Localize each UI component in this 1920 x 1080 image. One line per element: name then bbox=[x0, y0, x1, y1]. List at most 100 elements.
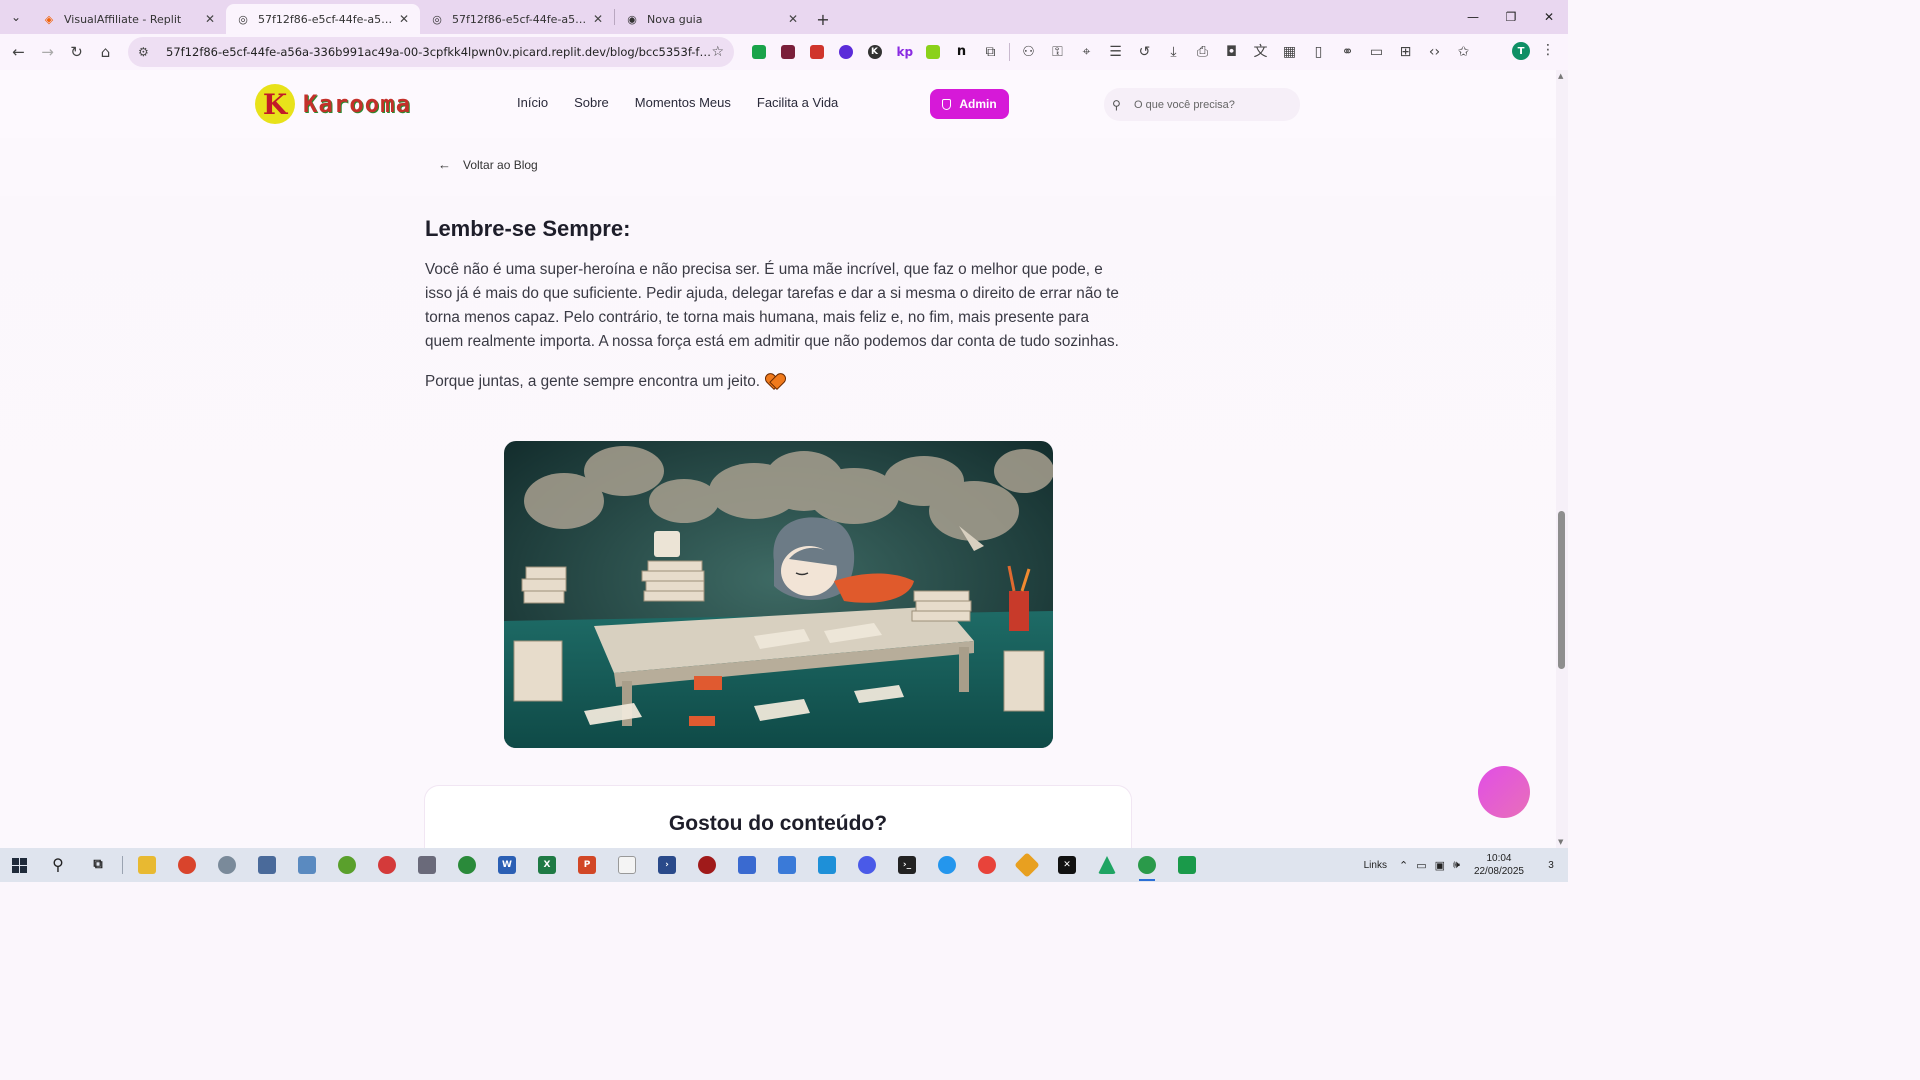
word-icon[interactable]: W bbox=[487, 848, 527, 882]
powershell-icon[interactable]: › bbox=[647, 848, 687, 882]
app-red-icon[interactable] bbox=[167, 848, 207, 882]
network-icon[interactable]: ▣ bbox=[1435, 859, 1445, 872]
code-icon[interactable]: ‹› bbox=[1420, 38, 1449, 66]
translate-icon[interactable]: 文 bbox=[1246, 38, 1275, 66]
back-label: Voltar ao Blog bbox=[463, 157, 538, 172]
nav-inicio[interactable]: Início bbox=[517, 95, 548, 110]
browser-tab-3[interactable]: ◎ 57f12f86-e5cf-44fe-a56a-336b9 ✕ bbox=[420, 4, 614, 34]
links-toolbar[interactable]: Links bbox=[1364, 860, 1387, 871]
site-info-icon[interactable]: ⚙ bbox=[138, 45, 158, 59]
reload-icon[interactable]: ↻ bbox=[62, 37, 91, 67]
address-bar[interactable]: ⚙ 57f12f86-e5cf-44fe-a56a-336b991ac49a-0… bbox=[128, 37, 734, 67]
powerpoint-icon[interactable]: P bbox=[567, 848, 607, 882]
scrollbar-thumb[interactable] bbox=[1558, 511, 1565, 669]
tab-close-icon[interactable]: ✕ bbox=[785, 12, 801, 26]
link-icon[interactable]: ⚭ bbox=[1333, 38, 1362, 66]
capcut-icon[interactable]: ✕ bbox=[1047, 848, 1087, 882]
scroll-down-icon[interactable]: ▼ bbox=[1558, 838, 1563, 846]
page-scrollbar[interactable]: ▲ ▼ bbox=[1556, 70, 1568, 848]
site-logo[interactable]: K Karooma bbox=[255, 84, 411, 124]
url-text[interactable]: 57f12f86-e5cf-44fe-a56a-336b991ac49a-00-… bbox=[166, 45, 711, 59]
microphone-icon[interactable] bbox=[407, 848, 447, 882]
home-icon[interactable]: ⌂ bbox=[91, 37, 120, 67]
extension-lime-icon[interactable] bbox=[918, 38, 947, 66]
extension-kp-icon[interactable]: kp bbox=[889, 38, 918, 66]
app-green-box-icon[interactable] bbox=[1167, 848, 1207, 882]
forward-arrow-icon[interactable]: → bbox=[33, 37, 62, 67]
battery-icon[interactable]: ▭ bbox=[1416, 859, 1426, 872]
minimize-icon[interactable]: — bbox=[1454, 0, 1492, 34]
nav-momentos-meus[interactable]: Momentos Meus bbox=[635, 95, 731, 110]
calculator-icon[interactable] bbox=[247, 848, 287, 882]
download-icon[interactable]: ⤓ bbox=[1159, 38, 1188, 66]
search-input[interactable] bbox=[1134, 98, 1294, 111]
git-icon[interactable] bbox=[1007, 848, 1047, 882]
nav-facilita-a-vida[interactable]: Facilita a Vida bbox=[757, 95, 838, 110]
extension-green-icon[interactable] bbox=[744, 38, 773, 66]
app-target-icon[interactable] bbox=[367, 848, 407, 882]
start-button[interactable] bbox=[0, 848, 38, 882]
screenshot-icon[interactable]: ◘ bbox=[1217, 38, 1246, 66]
location-pin-icon[interactable]: ⌖ bbox=[1072, 38, 1101, 66]
extension-n-icon[interactable]: n bbox=[947, 38, 976, 66]
notification-center-icon[interactable]: 3 bbox=[1538, 855, 1564, 875]
app-cloud-icon[interactable] bbox=[207, 848, 247, 882]
qr-code-icon[interactable]: ▦ bbox=[1275, 38, 1304, 66]
excel-icon[interactable]: X bbox=[527, 848, 567, 882]
chevron-up-icon[interactable]: ⌃ bbox=[1399, 859, 1408, 872]
incognito-icon[interactable]: ⚇ bbox=[1014, 38, 1043, 66]
scroll-up-icon[interactable]: ▲ bbox=[1558, 72, 1563, 80]
google-drive-icon[interactable] bbox=[1087, 848, 1127, 882]
back-arrow-icon[interactable]: ← bbox=[4, 37, 33, 67]
admin-button[interactable]: Admin bbox=[930, 89, 1009, 119]
browser-tab-2[interactable]: ◎ 57f12f86-e5cf-44fe-a56a-336b9 ✕ bbox=[226, 4, 420, 34]
app-outlook-icon[interactable] bbox=[727, 848, 767, 882]
volume-icon[interactable]: 🕪 bbox=[1453, 859, 1460, 872]
print-icon[interactable]: ⎙ bbox=[1188, 38, 1217, 66]
notepad-icon[interactable] bbox=[607, 848, 647, 882]
app-window-icon[interactable] bbox=[807, 848, 847, 882]
task-view-icon[interactable]: ⧉ bbox=[78, 848, 118, 882]
file-explorer-icon[interactable] bbox=[127, 848, 167, 882]
tab-search-chevron-icon[interactable]: ⌄ bbox=[0, 0, 32, 34]
favorites-icon[interactable]: ✩ bbox=[1449, 38, 1478, 66]
app-green-icon[interactable] bbox=[327, 848, 367, 882]
search-icon[interactable]: ⚲ bbox=[38, 848, 78, 882]
table-icon[interactable]: ⊞ bbox=[1391, 38, 1420, 66]
app-dark-red-icon[interactable] bbox=[687, 848, 727, 882]
chrome-icon[interactable] bbox=[967, 848, 1007, 882]
main-nav: Início Sobre Momentos Meus Facilita a Vi… bbox=[517, 95, 838, 110]
app-circle-icon[interactable] bbox=[847, 848, 887, 882]
extension-red-icon[interactable] bbox=[802, 38, 831, 66]
new-tab-button[interactable]: + bbox=[809, 4, 837, 34]
restore-icon[interactable]: ❐ bbox=[1492, 0, 1530, 34]
back-to-blog-link[interactable]: ← Voltar ao Blog bbox=[438, 157, 538, 172]
tab-close-icon[interactable]: ✕ bbox=[396, 12, 412, 26]
close-window-icon[interactable]: ✕ bbox=[1530, 0, 1568, 34]
reading-list-icon[interactable]: ☰ bbox=[1101, 38, 1130, 66]
chrome-active-icon[interactable] bbox=[1127, 848, 1167, 882]
terminal-icon[interactable]: ›_ bbox=[887, 848, 927, 882]
tab-close-icon[interactable]: ✕ bbox=[590, 12, 606, 26]
clock[interactable]: 10:04 22/08/2025 bbox=[1474, 852, 1524, 878]
bookmark-star-icon[interactable]: ☆ bbox=[711, 44, 724, 60]
app-globe-icon[interactable] bbox=[447, 848, 487, 882]
app-puzzle-icon[interactable] bbox=[767, 848, 807, 882]
extension-k-icon[interactable]: K bbox=[860, 38, 889, 66]
floating-action-button[interactable] bbox=[1478, 766, 1530, 818]
reader-mode-icon[interactable]: ▯ bbox=[1304, 38, 1333, 66]
tab-close-icon[interactable]: ✕ bbox=[202, 12, 218, 26]
browser-menu-icon[interactable]: ⋮ bbox=[1541, 42, 1555, 58]
key-icon[interactable]: ⚿ bbox=[1043, 38, 1072, 66]
extension-purple-icon[interactable] bbox=[831, 38, 860, 66]
cast-icon[interactable]: ▭ bbox=[1362, 38, 1391, 66]
browser-tab-4[interactable]: ◉ Nova guia ✕ bbox=[615, 4, 809, 34]
nav-sobre[interactable]: Sobre bbox=[574, 95, 609, 110]
extension-flag-icon[interactable] bbox=[773, 38, 802, 66]
history-icon[interactable]: ↺ bbox=[1130, 38, 1159, 66]
docker-icon[interactable] bbox=[927, 848, 967, 882]
profile-avatar[interactable]: T bbox=[1512, 42, 1530, 60]
app-blue-icon[interactable] bbox=[287, 848, 327, 882]
extensions-puzzle-icon[interactable]: ⧉ bbox=[976, 38, 1005, 66]
browser-tab-1[interactable]: ◈ VisualAffiliate - Replit ✕ bbox=[32, 4, 226, 34]
